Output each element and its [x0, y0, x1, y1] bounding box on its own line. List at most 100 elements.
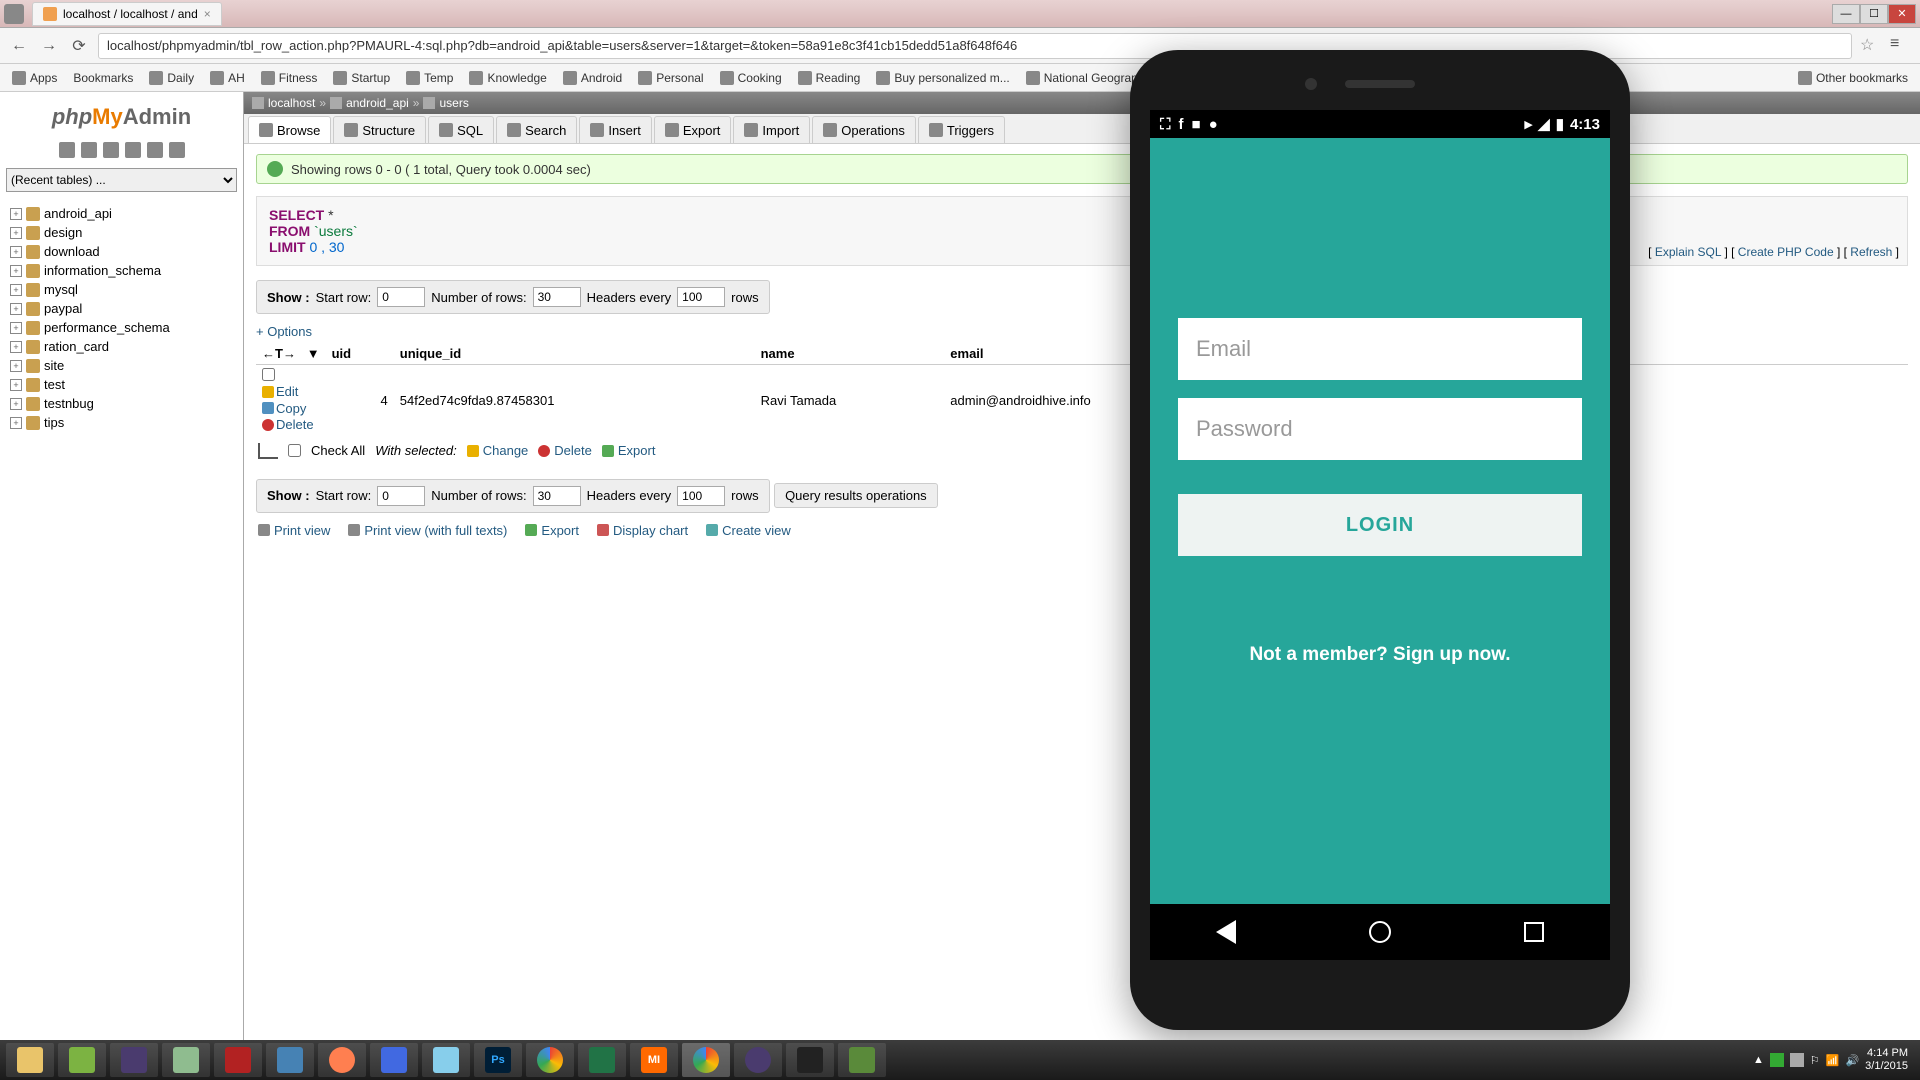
delete-link[interactable]: Delete — [262, 417, 314, 432]
task-eclipse2[interactable] — [734, 1043, 782, 1077]
docs-icon[interactable] — [125, 142, 141, 158]
close-button[interactable]: ✕ — [1888, 4, 1916, 24]
col-name[interactable]: name — [755, 343, 945, 365]
bookmark-star-icon[interactable]: ☆ — [1860, 35, 1882, 57]
db-item[interactable]: +test — [6, 375, 237, 394]
bookmark-item[interactable]: Android — [557, 69, 628, 87]
browser-tab[interactable]: localhost / localhost / and × — [32, 2, 222, 26]
bulk-delete[interactable]: Delete — [538, 443, 592, 458]
num-rows-input[interactable] — [533, 287, 581, 307]
task-firefox[interactable] — [318, 1043, 366, 1077]
db-item[interactable]: +design — [6, 223, 237, 242]
edit-link[interactable]: Edit — [262, 384, 298, 399]
task-camtasia[interactable] — [838, 1043, 886, 1077]
email-field[interactable]: Email — [1178, 318, 1582, 380]
task-mi[interactable]: MI — [630, 1043, 678, 1077]
tab-export[interactable]: Export — [654, 116, 732, 143]
print-full-link[interactable]: Print view (with full texts) — [348, 523, 507, 538]
headers-input[interactable] — [677, 287, 725, 307]
task-chrome-active[interactable] — [682, 1043, 730, 1077]
check-all-checkbox[interactable] — [288, 444, 301, 457]
reload-icon[interactable] — [169, 142, 185, 158]
bc-host[interactable]: localhost — [268, 96, 315, 110]
tab-sql[interactable]: SQL — [428, 116, 494, 143]
apps-button[interactable]: Apps — [6, 69, 63, 87]
tray-arrow-icon[interactable]: ▲ — [1753, 1054, 1764, 1066]
tab-triggers[interactable]: Triggers — [918, 116, 1005, 143]
bookmark-item[interactable]: Cooking — [714, 69, 788, 87]
reload-button[interactable]: ⟳ — [68, 35, 90, 57]
back-button[interactable]: ← — [8, 35, 30, 57]
bulk-export[interactable]: Export — [602, 443, 656, 458]
check-all-label[interactable]: Check All — [311, 443, 365, 458]
row-checkbox[interactable] — [262, 368, 275, 381]
explain-sql-link[interactable]: Explain SQL — [1655, 245, 1721, 259]
options-toggle[interactable]: + Options — [256, 324, 1908, 339]
db-item[interactable]: +tips — [6, 413, 237, 432]
bookmark-item[interactable]: Fitness — [255, 69, 324, 87]
android-home-button[interactable] — [1369, 921, 1391, 943]
tray-icon[interactable] — [1790, 1053, 1804, 1067]
task-cmd[interactable] — [786, 1043, 834, 1077]
tray-clock[interactable]: 4:14 PM 3/1/2015 — [1865, 1047, 1914, 1073]
tray-flag-icon[interactable]: ⚐ — [1810, 1054, 1820, 1067]
copy-link[interactable]: Copy — [262, 401, 306, 416]
maximize-button[interactable]: ☐ — [1860, 4, 1888, 24]
bookmark-item[interactable]: Reading — [792, 69, 867, 87]
task-android[interactable] — [58, 1043, 106, 1077]
sort-arrows-icon[interactable]: ←T→ — [262, 346, 296, 361]
recent-tables-select[interactable]: (Recent tables) ... — [6, 168, 237, 192]
tab-browse[interactable]: Browse — [248, 116, 331, 143]
bookmark-item[interactable]: Temp — [400, 69, 459, 87]
bookmark-item[interactable]: Daily — [143, 69, 200, 87]
android-back-button[interactable] — [1216, 920, 1236, 944]
task-eclipse[interactable] — [110, 1043, 158, 1077]
col-uid[interactable]: uid — [326, 343, 394, 365]
bulk-change[interactable]: Change — [467, 443, 529, 458]
bookmark-item[interactable]: Knowledge — [463, 69, 552, 87]
home-icon[interactable] — [59, 142, 75, 158]
bc-table[interactable]: users — [439, 96, 468, 110]
display-chart-link[interactable]: Display chart — [597, 523, 688, 538]
db-item[interactable]: +ration_card — [6, 337, 237, 356]
password-field[interactable]: Password — [1178, 398, 1582, 460]
tab-import[interactable]: Import — [733, 116, 810, 143]
sql-icon[interactable] — [103, 142, 119, 158]
settings-icon[interactable] — [147, 142, 163, 158]
task-app[interactable] — [266, 1043, 314, 1077]
logout-icon[interactable] — [81, 142, 97, 158]
tray-icon[interactable] — [1770, 1053, 1784, 1067]
create-php-link[interactable]: Create PHP Code — [1738, 245, 1834, 259]
num-rows-input[interactable] — [533, 486, 581, 506]
task-excel[interactable] — [578, 1043, 626, 1077]
tab-insert[interactable]: Insert — [579, 116, 652, 143]
task-filezilla[interactable] — [214, 1043, 262, 1077]
bookmark-item[interactable]: Personal — [632, 69, 709, 87]
task-app[interactable] — [370, 1043, 418, 1077]
db-item[interactable]: +mysql — [6, 280, 237, 299]
bookmark-item[interactable]: Startup — [327, 69, 396, 87]
bookmark-item[interactable]: Bookmarks — [67, 69, 139, 87]
print-view-link[interactable]: Print view — [258, 523, 330, 538]
create-view-link[interactable]: Create view — [706, 523, 791, 538]
android-recent-button[interactable] — [1524, 922, 1544, 942]
col-unique-id[interactable]: unique_id — [394, 343, 755, 365]
db-item[interactable]: +paypal — [6, 299, 237, 318]
db-item[interactable]: +information_schema — [6, 261, 237, 280]
bookmark-item[interactable]: AH — [204, 69, 251, 87]
tab-search[interactable]: Search — [496, 116, 577, 143]
tray-volume-icon[interactable]: 🔊 — [1845, 1054, 1859, 1067]
refresh-link[interactable]: Refresh — [1850, 245, 1892, 259]
db-item[interactable]: +download — [6, 242, 237, 261]
tray-network-icon[interactable]: 📶 — [1826, 1054, 1840, 1067]
task-chrome[interactable] — [526, 1043, 574, 1077]
task-app[interactable] — [422, 1043, 470, 1077]
other-bookmarks[interactable]: Other bookmarks — [1792, 69, 1914, 87]
export-link[interactable]: Export — [525, 523, 579, 538]
bc-db[interactable]: android_api — [346, 96, 409, 110]
start-row-input[interactable] — [377, 486, 425, 506]
task-photoshop[interactable]: Ps — [474, 1043, 522, 1077]
db-item[interactable]: +site — [6, 356, 237, 375]
start-row-input[interactable] — [377, 287, 425, 307]
login-button[interactable]: LOGIN — [1178, 494, 1582, 556]
